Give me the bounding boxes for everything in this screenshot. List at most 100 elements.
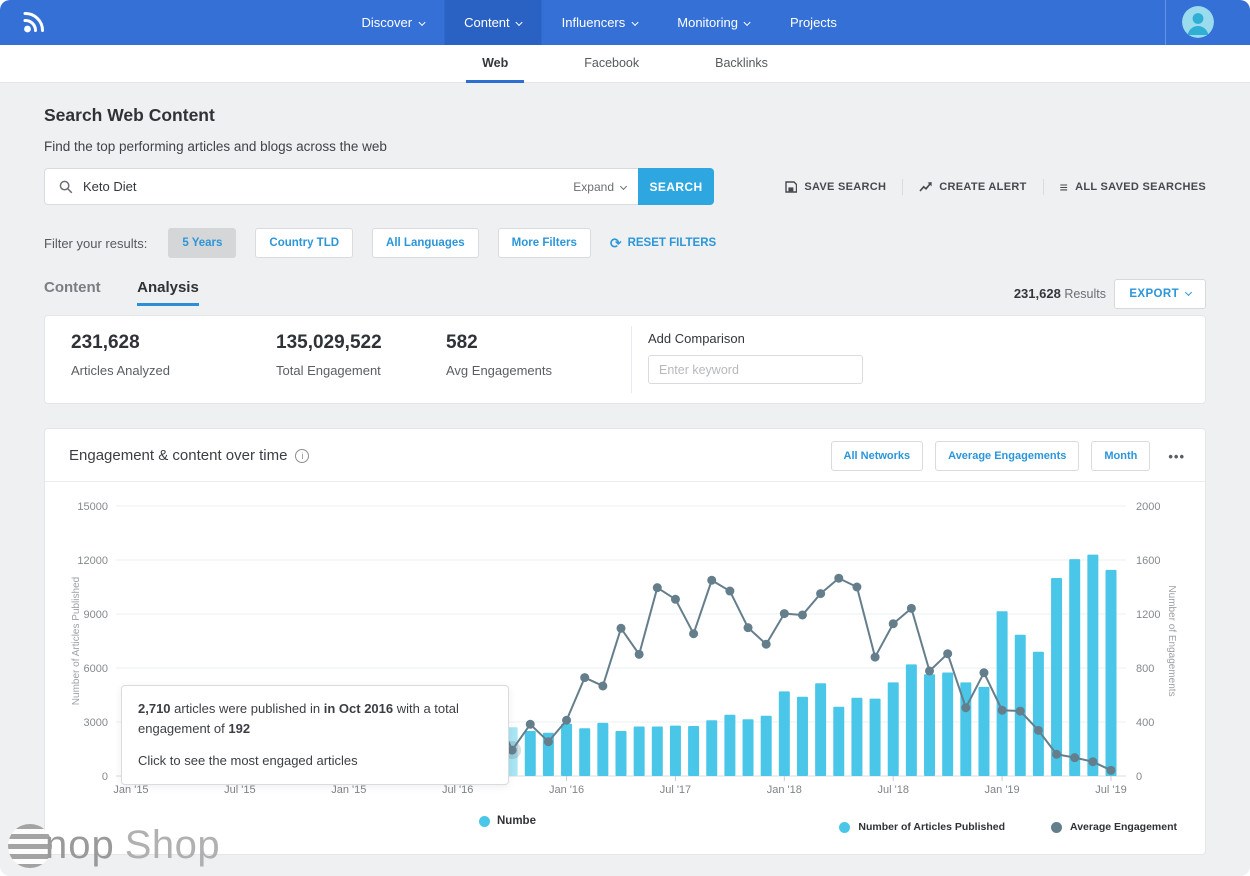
- filter-more[interactable]: More Filters: [498, 228, 591, 258]
- nav-item-projects[interactable]: Projects: [770, 0, 857, 45]
- chart-point[interactable]: [707, 576, 716, 585]
- chart-point[interactable]: [598, 681, 607, 690]
- chart-bar[interactable]: [616, 731, 627, 776]
- chart-point[interactable]: [798, 610, 807, 619]
- search-button[interactable]: SEARCH: [638, 168, 714, 205]
- metric-filter-button[interactable]: Average Engagements: [935, 441, 1079, 471]
- chart-bar[interactable]: [1033, 652, 1044, 776]
- filter-date-range[interactable]: 5 Years: [168, 228, 236, 258]
- chart-bar[interactable]: [1106, 570, 1117, 776]
- tab-web[interactable]: Web: [466, 45, 524, 83]
- reset-filters-button[interactable]: ⟳ RESET FILTERS: [610, 236, 716, 250]
- nav-item-influencers[interactable]: Influencers: [542, 0, 658, 45]
- nav-item-content[interactable]: Content: [444, 0, 542, 45]
- create-alert-button[interactable]: CREATE ALERT: [919, 181, 1026, 193]
- chart-bar[interactable]: [997, 611, 1008, 776]
- legend-item-engagement[interactable]: Average Engagement: [1051, 821, 1177, 833]
- chart-point[interactable]: [671, 595, 680, 604]
- chart-point[interactable]: [998, 706, 1007, 715]
- chart-bar[interactable]: [851, 698, 862, 776]
- chart-point[interactable]: [943, 649, 952, 658]
- chart-bar[interactable]: [870, 699, 881, 776]
- chart-point[interactable]: [834, 574, 843, 583]
- tab-content-results[interactable]: Content: [44, 279, 101, 306]
- more-options-icon[interactable]: •••: [1162, 445, 1191, 468]
- chart-bar[interactable]: [561, 724, 572, 776]
- chart-bar[interactable]: [652, 727, 663, 777]
- chart-point[interactable]: [580, 673, 589, 682]
- filter-languages[interactable]: All Languages: [372, 228, 479, 258]
- chart-bar[interactable]: [906, 664, 917, 776]
- chart-point[interactable]: [1070, 753, 1079, 762]
- chart-bar[interactable]: [978, 687, 989, 776]
- chart-bar[interactable]: [670, 726, 681, 776]
- chevron-down-icon: [620, 182, 627, 189]
- chart-point[interactable]: [635, 650, 644, 659]
- chart-point[interactable]: [1016, 707, 1025, 716]
- chart-bar[interactable]: [688, 726, 699, 776]
- tab-backlinks[interactable]: Backlinks: [699, 45, 784, 83]
- chart-point[interactable]: [871, 653, 880, 662]
- chart-point[interactable]: [544, 737, 553, 746]
- chart-bar[interactable]: [706, 720, 717, 776]
- legend-item-articles[interactable]: Number of Articles Published: [839, 821, 1005, 833]
- interval-filter-button[interactable]: Month: [1091, 441, 1150, 471]
- chart-point[interactable]: [744, 623, 753, 632]
- info-icon[interactable]: i: [295, 449, 309, 463]
- chart-point[interactable]: [653, 583, 662, 592]
- chart-bar[interactable]: [797, 697, 808, 776]
- search-input[interactable]: Keto Diet Expand: [44, 168, 638, 205]
- chart-bar[interactable]: [1087, 555, 1098, 776]
- export-button[interactable]: EXPORT: [1114, 279, 1206, 309]
- networks-filter-button[interactable]: All Networks: [831, 441, 924, 471]
- chart-bar[interactable]: [761, 716, 772, 776]
- chart-bar[interactable]: [942, 673, 953, 777]
- chart-point[interactable]: [1107, 766, 1116, 775]
- save-search-button[interactable]: SAVE SEARCH: [785, 181, 886, 193]
- chart-bar[interactable]: [525, 731, 536, 776]
- chevron-down-icon: [418, 19, 425, 26]
- comparison-keyword-input[interactable]: [648, 355, 863, 384]
- chart-point[interactable]: [617, 624, 626, 633]
- chart-bar[interactable]: [833, 707, 844, 776]
- chart-point[interactable]: [816, 589, 825, 598]
- tab-facebook[interactable]: Facebook: [568, 45, 655, 83]
- chart-point[interactable]: [725, 587, 734, 596]
- chart-bar[interactable]: [1051, 578, 1062, 776]
- nav-item-monitoring[interactable]: Monitoring: [657, 0, 770, 45]
- chart-point[interactable]: [562, 716, 571, 725]
- tooltip-cta[interactable]: Click to see the most engaged articles: [138, 751, 492, 771]
- nav-item-discover[interactable]: Discover: [342, 0, 445, 45]
- chart-bar[interactable]: [743, 719, 754, 776]
- chart-point[interactable]: [762, 640, 771, 649]
- chart-point[interactable]: [526, 720, 535, 729]
- axis-tick-label: 1600: [1136, 555, 1160, 567]
- chart-point[interactable]: [979, 668, 988, 677]
- chart-bar[interactable]: [597, 723, 608, 776]
- app-logo-icon[interactable]: [18, 8, 48, 38]
- chart-bar[interactable]: [888, 682, 899, 776]
- chart-bar[interactable]: [724, 715, 735, 776]
- chart-point[interactable]: [689, 629, 698, 638]
- chart-point[interactable]: [852, 583, 861, 592]
- filter-country-tld[interactable]: Country TLD: [255, 228, 353, 258]
- expand-toggle[interactable]: Expand: [573, 180, 626, 194]
- chart-point[interactable]: [1052, 750, 1061, 759]
- chart-point[interactable]: [925, 666, 934, 675]
- chart-point[interactable]: [961, 703, 970, 712]
- chart-point[interactable]: [780, 609, 789, 618]
- user-avatar[interactable]: [1182, 6, 1214, 38]
- chart-bar[interactable]: [815, 683, 826, 776]
- chart-point[interactable]: [907, 604, 916, 613]
- chart-point[interactable]: [889, 619, 898, 628]
- chart-bar[interactable]: [1015, 635, 1026, 776]
- chart-bar[interactable]: [779, 691, 790, 776]
- chart-point[interactable]: [1034, 726, 1043, 735]
- chart-bar[interactable]: [924, 674, 935, 776]
- chart-point[interactable]: [1088, 757, 1097, 766]
- tab-analysis[interactable]: Analysis: [137, 279, 199, 306]
- chart-bar[interactable]: [1069, 559, 1080, 776]
- chart-bar[interactable]: [634, 727, 645, 777]
- chart-bar[interactable]: [579, 728, 590, 776]
- all-saved-searches-button[interactable]: ≡ ALL SAVED SEARCHES: [1060, 180, 1206, 194]
